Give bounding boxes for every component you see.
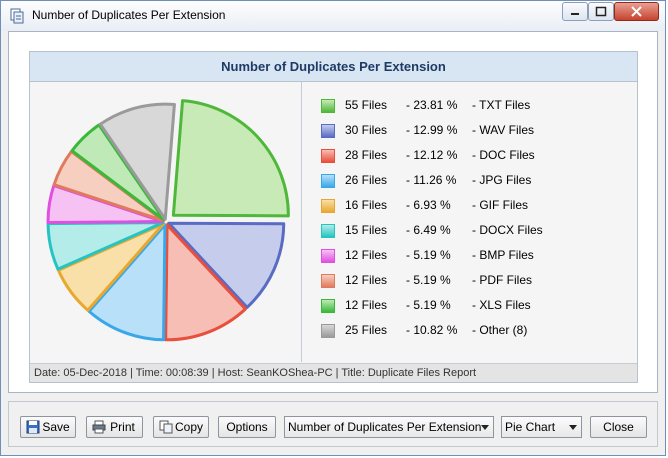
legend-percent: - 23.81 % — [406, 98, 458, 112]
options-button[interactable]: Options — [218, 416, 276, 438]
legend-files: 25 Files — [345, 323, 388, 337]
legend-percent: - 10.82 % — [406, 323, 458, 337]
legend-files: 12 Files — [345, 298, 388, 312]
report-type-value: Number of Duplicates Per Extension — [288, 420, 482, 434]
legend-files: 15 Files — [345, 223, 388, 237]
save-label: Save — [42, 420, 70, 434]
close-window-button[interactable] — [614, 2, 659, 21]
legend-files: 12 Files — [345, 248, 388, 262]
legend-item: 12 Files - 5.19 % - BMP Files — [302, 248, 637, 266]
legend-percent: - 6.93 % — [406, 198, 451, 212]
legend-files: 12 Files — [345, 273, 388, 287]
legend-swatch — [321, 249, 335, 263]
copy-button[interactable]: Copy — [153, 416, 209, 438]
report-type-select[interactable]: Number of Duplicates Per Extension — [284, 416, 494, 438]
maximize-button[interactable] — [588, 2, 614, 21]
window-title: Number of Duplicates Per Extension — [32, 8, 226, 22]
legend-label: - GIF Files — [472, 198, 528, 212]
legend-item: 28 Files - 12.12 % - DOC Files — [302, 148, 637, 166]
legend-percent: - 11.26 % — [406, 173, 457, 187]
legend-files: 28 Files — [345, 148, 388, 162]
pie-slice — [171, 99, 290, 218]
minimize-icon — [571, 13, 579, 15]
legend-swatch — [321, 99, 335, 113]
minimize-button[interactable] — [562, 2, 588, 21]
copy-icon — [159, 420, 173, 434]
legend-item: 30 Files - 12.99 % - WAV Files — [302, 123, 637, 141]
legend-item: 55 Files - 23.81 % - TXT Files — [302, 98, 637, 116]
legend-label: - TXT Files — [472, 98, 531, 112]
legend-swatch — [321, 124, 335, 138]
legend-swatch — [321, 324, 335, 338]
close-icon — [631, 6, 642, 17]
print-button[interactable]: Print — [86, 416, 143, 438]
save-button[interactable]: Save — [20, 416, 76, 438]
print-label: Print — [110, 420, 135, 434]
chart-title: Number of Duplicates Per Extension — [30, 52, 637, 82]
pie-chart — [46, 99, 290, 342]
legend-label: - PDF Files — [472, 273, 532, 287]
chart-panel: Number of Duplicates Per Extension 55 Fi… — [29, 51, 638, 383]
legend-percent: - 5.19 % — [406, 273, 451, 287]
legend-files: 55 Files — [345, 98, 388, 112]
chevron-down-icon — [569, 425, 577, 430]
legend-item: 12 Files - 5.19 % - PDF Files — [302, 273, 637, 291]
legend-percent: - 5.19 % — [406, 248, 451, 262]
report-footer: Date: 05-Dec-2018 | Time: 00:08:39 | Hos… — [30, 363, 637, 382]
chart-type-select[interactable]: Pie Chart — [501, 416, 582, 438]
legend-label: - DOC Files — [472, 148, 535, 162]
pie-area — [30, 82, 301, 362]
legend-files: 16 Files — [345, 198, 388, 212]
legend-item: 12 Files - 5.19 % - XLS Files — [302, 298, 637, 316]
app-icon — [10, 8, 24, 24]
legend-swatch — [321, 174, 335, 188]
maximize-icon — [595, 6, 607, 17]
legend-swatch — [321, 149, 335, 163]
legend-files: 26 Files — [345, 173, 388, 187]
legend-label: - Other (8) — [472, 323, 528, 337]
close-button[interactable]: Close — [590, 416, 647, 438]
copy-label: Copy — [174, 420, 203, 434]
legend-swatch — [321, 199, 335, 213]
chevron-down-icon — [481, 425, 489, 430]
legend-item: 25 Files - 10.82 % - Other (8) — [302, 323, 637, 341]
print-icon — [92, 420, 106, 434]
legend-label: - BMP Files — [472, 248, 534, 262]
legend-label: - DOCX Files — [472, 223, 543, 237]
legend-percent: - 12.99 % — [406, 123, 458, 137]
legend-item: 16 Files - 6.93 % - GIF Files — [302, 198, 637, 216]
legend-files: 30 Files — [345, 123, 388, 137]
legend-swatch — [321, 299, 335, 313]
legend-label: - WAV Files — [472, 123, 534, 137]
chart-type-value: Pie Chart — [505, 420, 556, 434]
legend: 55 Files - 23.81 % - TXT Files 30 Files - 12… — [302, 82, 637, 362]
legend-percent: - 5.19 % — [406, 298, 451, 312]
legend-item: 26 Files - 11.26 % - JPG Files — [302, 173, 637, 191]
legend-item: 15 Files - 6.49 % - DOCX Files — [302, 223, 637, 241]
legend-label: - JPG Files — [472, 173, 532, 187]
save-icon — [26, 420, 40, 434]
title-bar: Number of Duplicates Per Extension — [1, 1, 665, 31]
legend-swatch — [321, 224, 335, 238]
legend-percent: - 12.12 % — [406, 148, 458, 162]
legend-swatch — [321, 274, 335, 288]
legend-label: - XLS Files — [472, 298, 531, 312]
legend-percent: - 6.49 % — [406, 223, 451, 237]
